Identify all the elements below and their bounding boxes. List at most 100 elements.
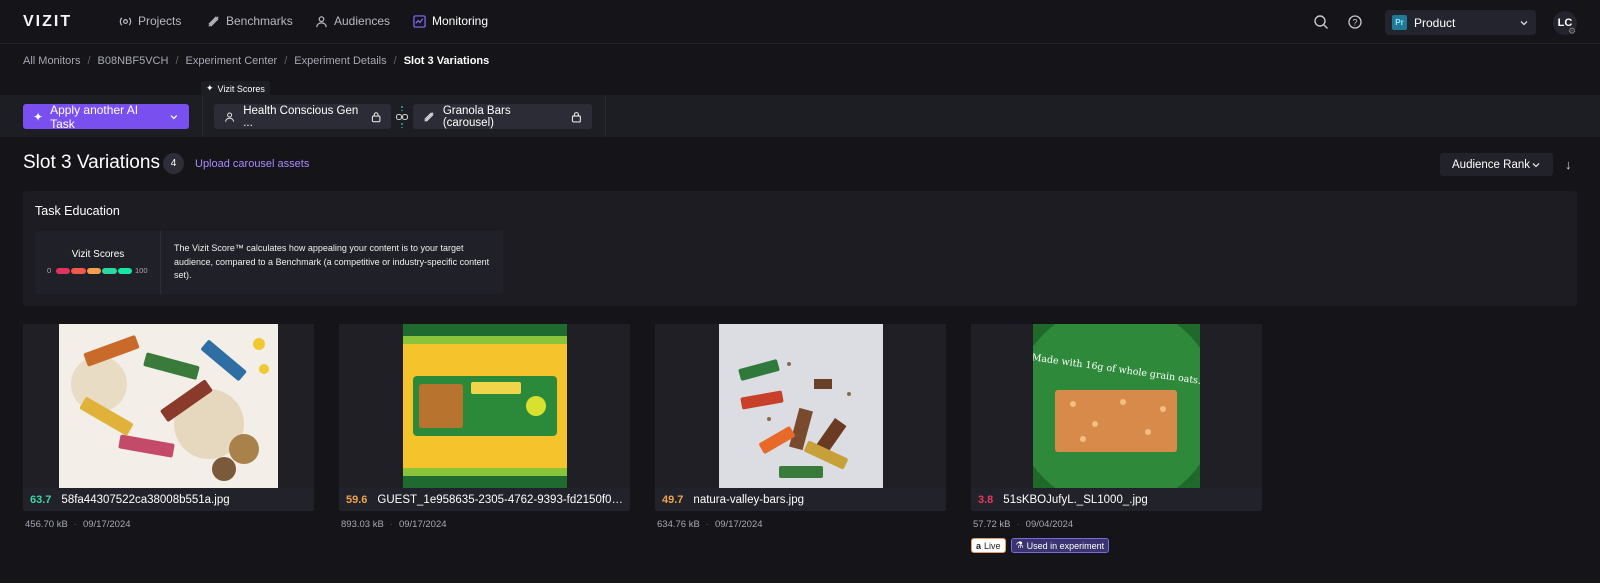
upload-date: 09/17/2024 xyxy=(398,519,447,530)
breadcrumb-experiment-center[interactable]: Experiment Center xyxy=(186,55,278,67)
upload-date: 09/04/2024 xyxy=(1025,519,1074,530)
nav-benchmarks-label: Benchmarks xyxy=(226,14,293,28)
nav-monitoring[interactable]: Monitoring xyxy=(413,14,488,28)
benchmarks-icon xyxy=(208,15,219,27)
lock-icon xyxy=(371,111,381,122)
variation-image[interactable]: Made with 16g of whole grain oats. xyxy=(971,324,1262,488)
help-icon[interactable]: ? xyxy=(1347,14,1363,30)
variation-info-bar: 59.6 GUEST_1e958635-2305-4762-9393-fd215… xyxy=(339,488,630,511)
variation-card[interactable]: 59.6 GUEST_1e958635-2305-4762-9393-fd215… xyxy=(339,324,630,530)
score-scale xyxy=(56,268,133,274)
scale-max: 100 xyxy=(135,266,148,275)
apply-ai-task-button[interactable]: ✦ Apply another AI Task xyxy=(23,102,189,131)
task-education-card: Vizit Scores 0 100 The Vizit Score™ calc… xyxy=(35,231,503,294)
chevron-down-icon xyxy=(1520,20,1528,25)
breadcrumb-experiment-details[interactable]: Experiment Details xyxy=(294,55,386,67)
file-size: 456.70 kB xyxy=(25,519,68,530)
granola-bars-spread-image xyxy=(59,324,278,488)
variation-filename: GUEST_1e958635-2305-4762-9393-fd2150f00.… xyxy=(377,493,623,506)
benchmark-chip-label: Granola Bars (carousel) xyxy=(442,104,511,129)
scale-segment xyxy=(102,268,117,274)
audience-chip[interactable]: Health Conscious Gen ... xyxy=(214,104,391,129)
nature-valley-bar-image xyxy=(403,324,567,488)
scale-segment xyxy=(86,268,102,274)
benchmark-chip[interactable]: Granola Bars (carousel) xyxy=(413,104,592,129)
upload-carousel-assets-link[interactable]: Upload carousel assets xyxy=(195,158,309,170)
variation-filename: 51sKBOJufyL._SL1000_.jpg xyxy=(1003,493,1148,506)
monitoring-icon xyxy=(413,14,426,28)
sort-select[interactable]: Audience Rank xyxy=(1440,153,1553,176)
variation-image[interactable] xyxy=(23,324,314,488)
product-select[interactable]: Pr Product xyxy=(1385,10,1536,35)
variation-info-bar: 49.7 natura-valley-bars.jpg xyxy=(655,488,946,511)
audience-chip-label: Health Conscious Gen ... xyxy=(243,104,359,129)
variation-badges: a Live ⚗ Used in experiment xyxy=(971,538,1262,553)
variation-meta: 893.03 kB · 09/17/2024 xyxy=(341,519,447,530)
upload-date: 09/17/2024 xyxy=(82,519,131,530)
svg-text:?: ? xyxy=(1352,18,1357,28)
upload-date: 09/17/2024 xyxy=(714,519,763,530)
nav-audiences[interactable]: Audiences xyxy=(315,14,390,28)
vizit-score: 59.6 xyxy=(346,493,368,506)
vizit-score: 49.7 xyxy=(662,493,684,506)
used-in-experiment-label: Used in experiment xyxy=(1026,540,1105,551)
toolbar-divider xyxy=(202,95,203,137)
task-education-text: The Vizit Score™ calculates how appealin… xyxy=(174,243,490,280)
breadcrumb: All Monitors / B08NBF5VCH / Experiment Cen… xyxy=(23,55,490,67)
used-in-experiment-badge: ⚗ Used in experiment xyxy=(1010,538,1110,553)
nav-benchmarks[interactable]: Benchmarks xyxy=(207,14,293,28)
scale-segment xyxy=(117,268,133,274)
variation-image[interactable] xyxy=(339,324,630,488)
search-icon[interactable] xyxy=(1313,14,1329,30)
whole-grain-oats-bar-image: Made with 16g of whole grain oats. xyxy=(1033,324,1200,488)
top-nav: VIZIT Projects Benchmarks Audiences Moni… xyxy=(0,0,1600,44)
breadcrumb-all-monitors[interactable]: All Monitors xyxy=(23,55,80,67)
nav-projects[interactable]: Projects xyxy=(119,14,181,28)
scale-min: 0 xyxy=(47,266,52,275)
breadcrumb-asin[interactable]: B08NBF5VCH xyxy=(98,55,169,67)
variation-meta: 456.70 kB · 09/17/2024 xyxy=(25,519,131,530)
vizit-score: 63.7 xyxy=(30,493,52,506)
variation-filename: 58fa44307522ca38008b551a.jpg xyxy=(61,493,230,506)
link-icon[interactable] xyxy=(393,104,411,129)
task-education-title: Task Education xyxy=(35,204,120,218)
variation-meta: 634.76 kB · 09/17/2024 xyxy=(657,519,763,530)
apply-ai-task-label: Apply another AI Task xyxy=(50,102,139,131)
variation-info-bar: 63.7 58fa44307522ca38008b551a.jpg xyxy=(23,488,314,511)
granola-bars-table-image xyxy=(719,324,883,488)
chevron-down-icon xyxy=(1532,162,1540,167)
sparkle-icon: ✦ xyxy=(33,109,44,124)
scale-segment xyxy=(71,268,86,274)
section-title: Slot 3 Variations xyxy=(23,152,160,173)
settings-gear-icon[interactable]: ⚙ xyxy=(1568,26,1576,37)
audience-icon xyxy=(225,111,235,122)
vizit-logo[interactable]: VIZIT xyxy=(23,13,72,31)
vizit-score-legend: Vizit Scores 0 100 xyxy=(35,231,161,294)
variation-card[interactable]: 63.7 58fa44307522ca38008b551a.jpg 456.70… xyxy=(23,324,314,530)
variation-count-badge: 4 xyxy=(163,153,184,174)
toolbar-divider xyxy=(605,95,606,137)
variation-card[interactable]: 49.7 natura-valley-bars.jpg 634.76 kB · 0… xyxy=(655,324,946,530)
vizit-score: 3.8 xyxy=(978,493,994,506)
vizit-score-legend-title: Vizit Scores xyxy=(71,249,125,260)
variation-info-bar: 3.8 51sKBOJufyL._SL1000_.jpg xyxy=(971,488,1262,511)
variation-image[interactable] xyxy=(655,324,946,488)
vizit-scores-tag: ✦ Vizit Scores xyxy=(201,81,270,96)
file-size: 57.72 kB xyxy=(973,519,1011,530)
nav-audiences-label: Audiences xyxy=(334,14,391,28)
flask-icon: ⚗ xyxy=(1015,540,1024,550)
benchmark-icon xyxy=(424,111,434,122)
live-badge: a Live xyxy=(971,538,1006,553)
sort-select-label: Audience Rank xyxy=(1452,158,1530,171)
sparkle-icon: ✦ xyxy=(206,83,214,93)
file-size: 634.76 kB xyxy=(657,519,700,530)
variation-filename: natura-valley-bars.jpg xyxy=(693,493,805,506)
task-education-panel: Task Education Vizit Scores 0 100 The Vi… xyxy=(23,191,1577,306)
scale-segment xyxy=(56,268,71,274)
nav-projects-label: Projects xyxy=(138,14,182,28)
variation-card[interactable]: Made with 16g of whole grain oats. 3.8 5… xyxy=(971,324,1262,553)
audiences-icon xyxy=(316,15,327,27)
sort-direction-icon[interactable]: ↓ xyxy=(1565,157,1572,172)
product-badge: Pr xyxy=(1392,15,1407,30)
product-label: Product xyxy=(1414,15,1456,30)
